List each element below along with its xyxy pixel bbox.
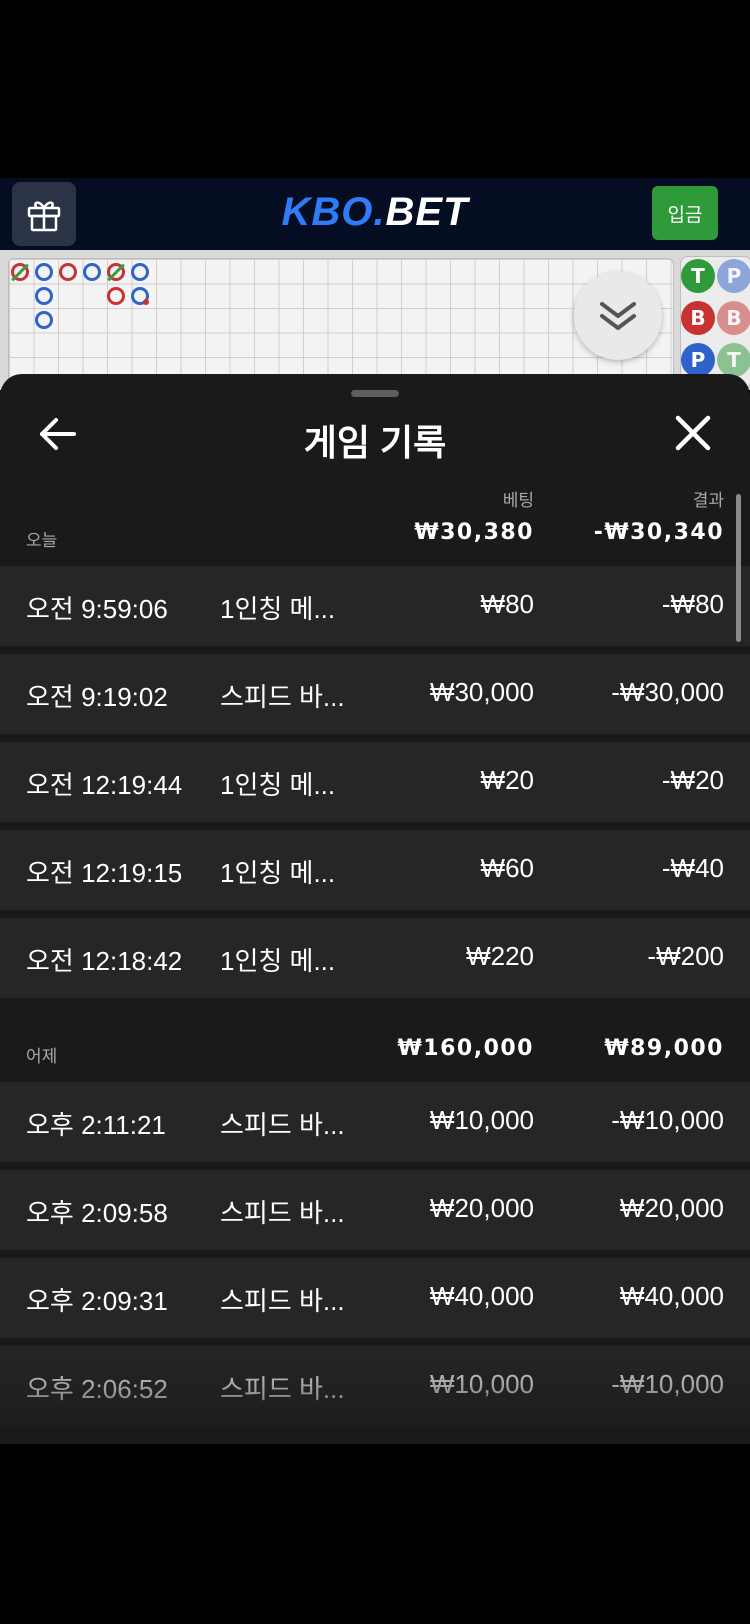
history-row[interactable]: 오전 12:18:42 1인칭 메... ₩220 -₩200 (0, 918, 750, 998)
row-bet: ₩40,000 (429, 1281, 534, 1311)
row-result: -₩40 (661, 853, 724, 883)
row-time: 오후 2:09:58 (26, 1198, 168, 1228)
road-area: T P B B P T (0, 250, 750, 390)
yesterday-bet-total: ₩160,000 (397, 1036, 534, 1061)
row-bet: ₩10,000 (429, 1369, 534, 1399)
row-bet: ₩20 (480, 765, 534, 795)
row-bet: ₩30,000 (429, 677, 534, 707)
pair-dot (143, 299, 149, 305)
history-row[interactable]: 오전 12:19:15 1인칭 메... ₩60 -₩40 (0, 830, 750, 910)
row-time: 오후 2:09:31 (26, 1286, 168, 1316)
game-history-sheet: 게임 기록 베팅 결과 오늘 ₩30,380 -₩30,340 오전 9:59:… (0, 374, 750, 1444)
row-time: 오전 12:19:15 (26, 858, 183, 888)
prediction-badge: P (717, 259, 750, 293)
row-game: 스피드 바... (220, 1286, 345, 1316)
road-marker (35, 287, 53, 305)
history-row[interactable]: 오전 9:19:02 스피드 바... ₩30,000 -₩30,000 (0, 654, 750, 734)
column-header-result: 결과 (692, 491, 724, 511)
row-game: 1인칭 메... (220, 858, 336, 888)
history-row[interactable]: 오후 2:11:21 스피드 바... ₩10,000 -₩10,000 (0, 1082, 750, 1162)
page-title: 게임 기록 (303, 422, 447, 463)
history-row[interactable]: 오후 2:06:52 스피드 바... ₩10,000 -₩10,000 (0, 1346, 750, 1426)
scrollbar[interactable] (736, 494, 741, 642)
road-marker (35, 311, 53, 329)
row-bet: ₩10,000 (429, 1105, 534, 1135)
prediction-badge: B (717, 301, 750, 335)
prediction-badge: P (681, 343, 715, 377)
row-result: -₩30,000 (611, 677, 724, 707)
row-bet: ₩80 (480, 589, 534, 619)
row-result: -₩20 (661, 765, 724, 795)
column-header-bet: 베팅 (502, 491, 534, 511)
row-game: 1인칭 메... (220, 594, 336, 624)
double-chevron-down-icon (600, 302, 636, 330)
logo-text-part2: BET (385, 190, 469, 234)
row-bet: ₩20,000 (429, 1193, 534, 1223)
road-marker (107, 287, 125, 305)
row-result: -₩10,000 (611, 1105, 724, 1135)
row-result: -₩200 (647, 941, 724, 971)
drag-handle[interactable] (351, 390, 399, 397)
row-game: 스피드 바... (220, 1198, 345, 1228)
deposit-button[interactable]: 입금 (652, 186, 718, 240)
row-game: 1인칭 메... (220, 770, 336, 800)
row-bet: ₩60 (480, 853, 534, 883)
history-row[interactable]: 오후 2:09:58 스피드 바... ₩20,000 ₩20,000 (0, 1170, 750, 1250)
prediction-badge: T (717, 343, 750, 377)
row-result: ₩20,000 (619, 1193, 724, 1223)
collapse-button[interactable] (574, 272, 662, 360)
history-row[interactable]: 오전 12:19:44 1인칭 메... ₩20 -₩20 (0, 742, 750, 822)
row-time: 오후 2:11:21 (26, 1110, 166, 1140)
yesterday-result-total: ₩89,000 (604, 1036, 724, 1061)
road-marker (83, 263, 101, 281)
prediction-badge: B (681, 301, 715, 335)
today-bet-total: ₩30,380 (414, 520, 534, 545)
row-time: 오전 12:18:42 (26, 946, 183, 976)
row-result: -₩80 (661, 589, 724, 619)
row-game: 스피드 바... (220, 1374, 345, 1404)
logo-text-part1: KBO. (281, 190, 386, 234)
road-marker (131, 263, 149, 281)
row-time: 오전 9:19:02 (26, 682, 168, 712)
group-label-today: 오늘 (26, 531, 58, 551)
row-result: -₩10,000 (611, 1369, 724, 1399)
today-result-total: -₩30,340 (593, 520, 724, 545)
row-game: 1인칭 메... (220, 946, 336, 976)
row-time: 오전 9:59:06 (26, 594, 168, 624)
row-result: ₩40,000 (619, 1281, 724, 1311)
prediction-badge: T (681, 259, 715, 293)
history-row[interactable]: 오전 9:59:06 1인칭 메... ₩80 -₩80 (0, 566, 750, 646)
close-icon[interactable] (672, 412, 714, 454)
row-bet: ₩220 (466, 941, 534, 971)
road-marker (59, 263, 77, 281)
row-game: 스피드 바... (220, 1110, 345, 1140)
row-time: 오후 2:06:52 (26, 1374, 168, 1404)
top-header: KBO.BET 입금 (0, 178, 750, 250)
group-label-yesterday: 어제 (26, 1047, 58, 1067)
row-time: 오전 12:19:44 (26, 770, 183, 800)
row-game: 스피드 바... (220, 682, 345, 712)
prediction-panel: T P B B P T (680, 256, 750, 388)
kbo-bet-logo[interactable]: KBO.BET (0, 190, 750, 235)
history-row[interactable]: 오후 2:09:31 스피드 바... ₩40,000 ₩40,000 (0, 1258, 750, 1338)
road-marker (35, 263, 53, 281)
